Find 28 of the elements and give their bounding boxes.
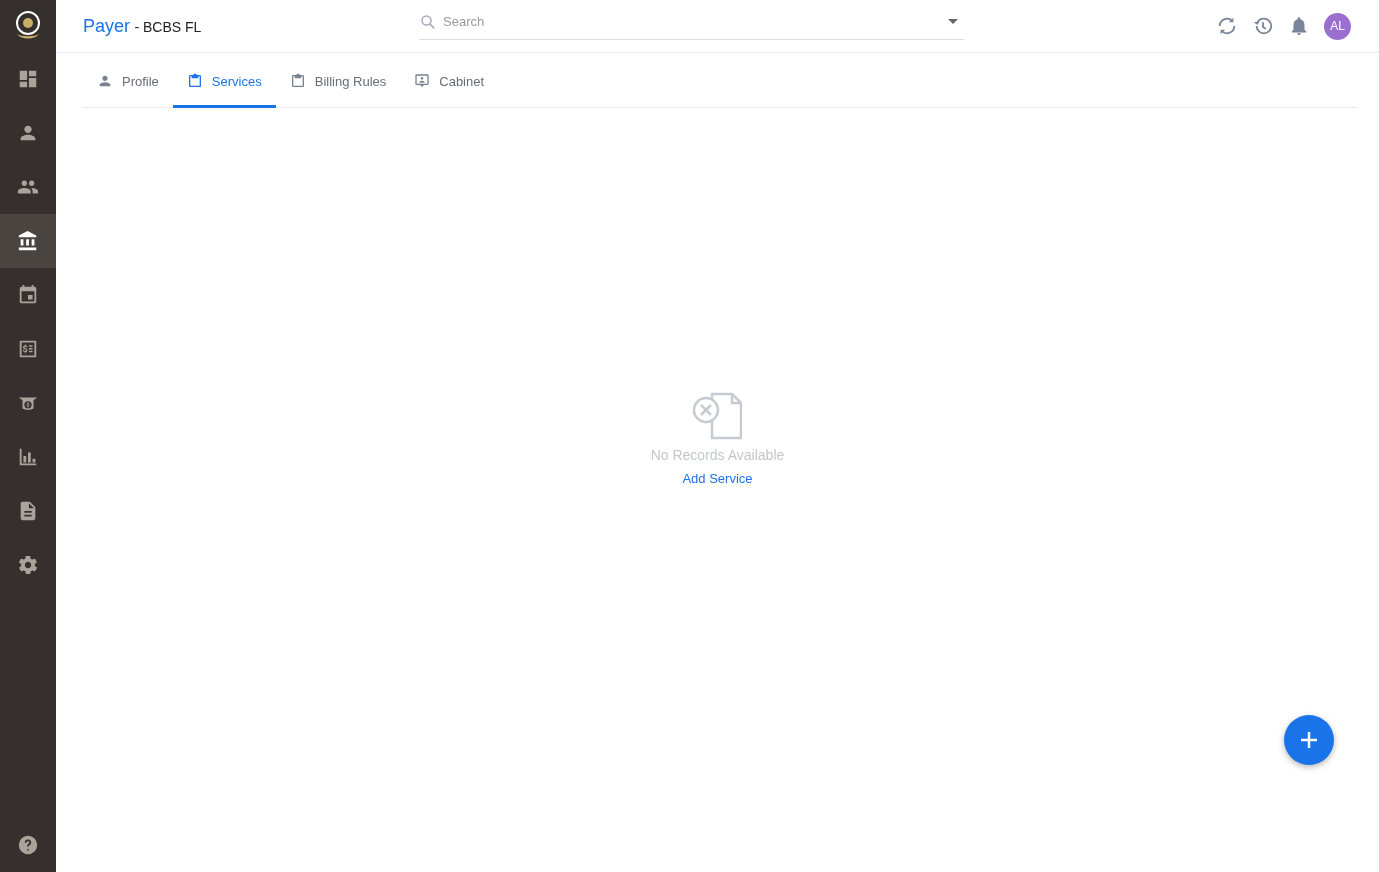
help-icon [17,834,39,856]
chart-icon [17,446,39,468]
message-person-icon [414,73,431,89]
person-icon [97,73,113,89]
invoice-icon [17,338,39,360]
sidebar-item[interactable] [0,214,56,268]
search-icon [419,12,437,31]
file-error-icon [692,392,743,440]
tab[interactable]: Profile [83,57,173,108]
user-avatar[interactable]: AL [1324,12,1351,40]
clipboard-icon [186,73,203,89]
add-service-link[interactable]: Add Service [682,471,753,486]
plus-icon [1300,731,1318,749]
bank-icon [17,230,39,252]
tab[interactable]: Services [172,57,276,108]
payer-name: - BCBS FL [134,18,202,35]
tab[interactable]: Billing Rules [275,57,401,108]
calendar-icon [17,284,39,306]
history-icon[interactable] [1252,15,1274,37]
clipboard-icon [289,73,306,89]
add-button[interactable] [1284,715,1334,765]
page-title: Payer [83,15,131,36]
dashboard-icon [17,68,39,90]
refresh-icon[interactable] [1216,15,1238,37]
tab[interactable]: Cabinet [400,57,499,108]
dropdown-caret-icon [948,19,958,24]
empty-message: No Records Available [650,447,785,463]
settings-icon [17,554,39,576]
